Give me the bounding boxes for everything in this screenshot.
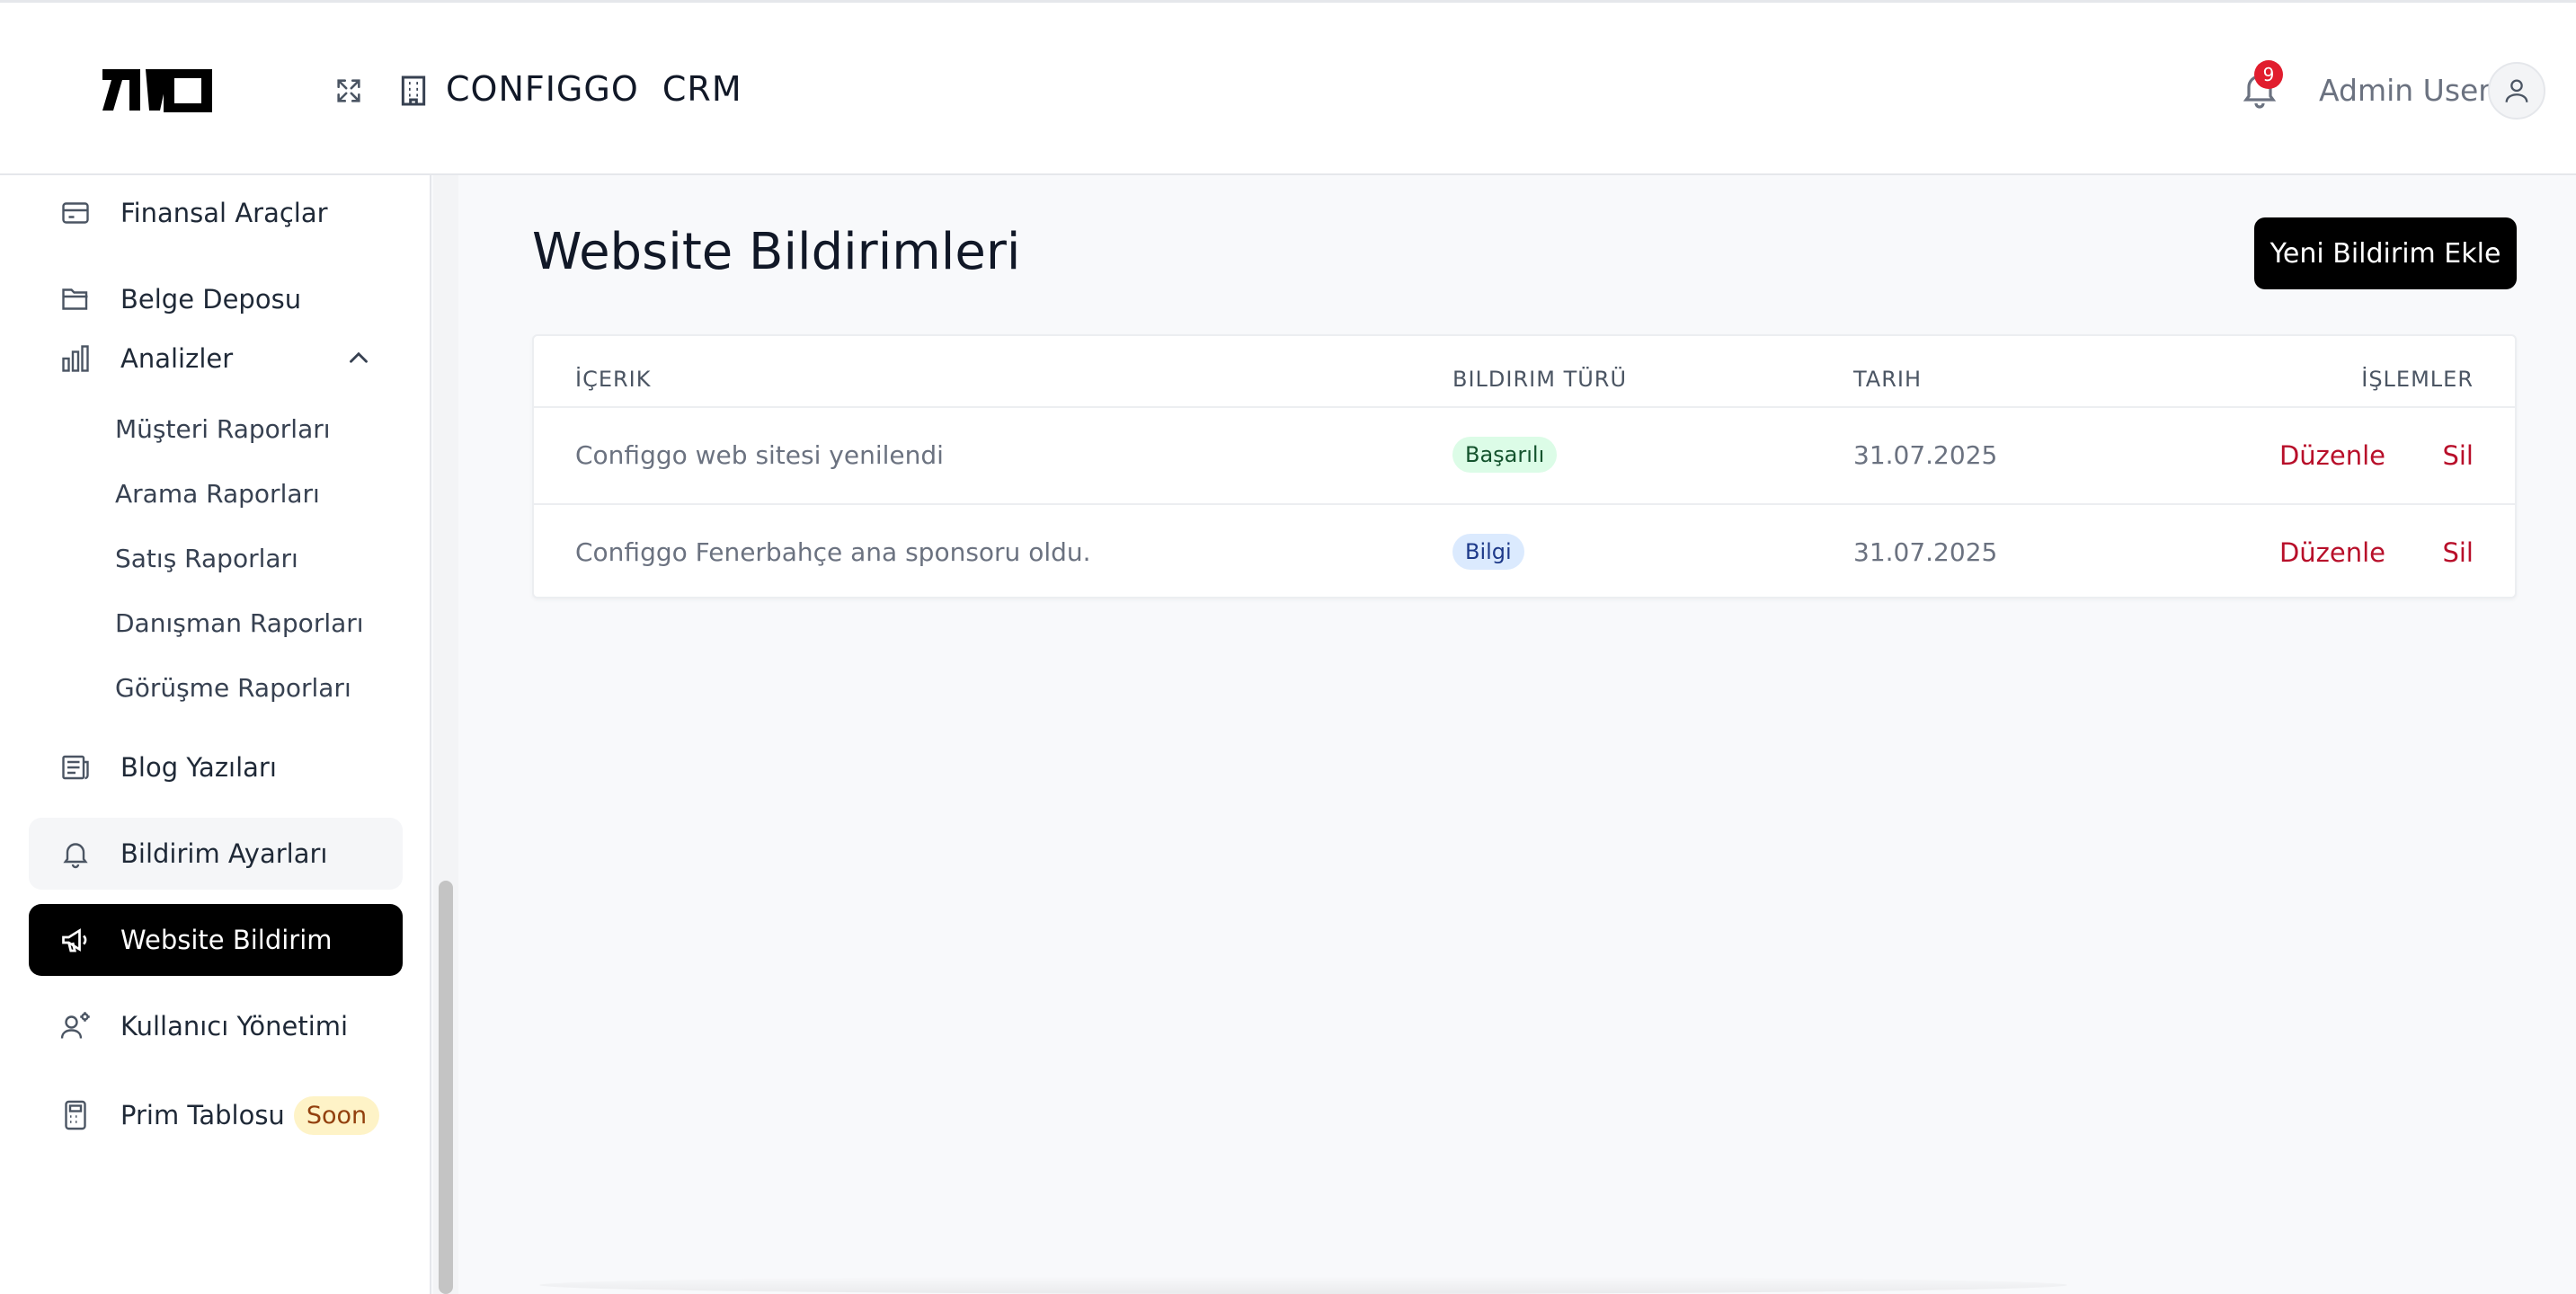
sidebar-item-blog-yazilari[interactable]: Blog Yazıları xyxy=(29,731,403,803)
sidebar-item-label: Bildirim Ayarları xyxy=(120,838,328,869)
sidebar-item-finansal-araclar[interactable]: Finansal Araçlar xyxy=(29,177,403,249)
column-header-actions: İŞLEMLER xyxy=(2361,367,2474,392)
row-content: Configgo web sitesi yenilendi xyxy=(575,440,944,470)
edit-link[interactable]: Düzenle xyxy=(2279,537,2385,568)
sidebar-subitem-musteri-raporlari[interactable]: Müşteri Raporları xyxy=(115,414,331,444)
sidebar-item-label: Prim Tablosu xyxy=(120,1100,285,1130)
expand-icon[interactable] xyxy=(331,73,367,109)
sidebar-item-label: Analizler xyxy=(120,343,234,374)
sidebar-item-label: Belge Deposu xyxy=(120,284,302,315)
page-title: Website Bildirimleri xyxy=(532,223,1021,281)
sidebar-item-bildirim-ayarlari[interactable]: Bildirim Ayarları xyxy=(29,818,403,890)
sidebar-scrollbar-thumb[interactable] xyxy=(439,881,453,1294)
sidebar-subitem-satis-raporlari[interactable]: Satış Raporları xyxy=(115,544,298,573)
row-content: Configgo Fenerbahçe ana sponsoru oldu. xyxy=(575,537,1091,567)
soon-badge: Soon xyxy=(293,1095,380,1135)
delete-link[interactable]: Sil xyxy=(2442,440,2474,471)
calculator-icon xyxy=(65,1100,86,1130)
notifications-table: İÇERIK BILDIRIM TÜRÜ TARIH İŞLEMLER Conf… xyxy=(532,334,2517,598)
sidebar-subitem-danisman-raporlari[interactable]: Danışman Raporları xyxy=(115,608,364,638)
sidebar-subitem-arama-raporlari[interactable]: Arama Raporları xyxy=(115,479,320,509)
row-date: 31.07.2025 xyxy=(1853,537,1998,567)
app-title: CONFIGGO CRM xyxy=(446,69,742,109)
bell-icon xyxy=(63,843,88,869)
column-header-content: İÇERIK xyxy=(575,367,652,392)
add-notification-button[interactable]: Yeni Bildirim Ekle xyxy=(2254,217,2517,289)
row-date: 31.07.2025 xyxy=(1853,440,1998,470)
building-icon xyxy=(401,75,426,106)
sidebar-item-label: Kullanıcı Yönetimi xyxy=(120,1011,349,1041)
sidebar-item-website-bildirim[interactable]: Website Bildirim xyxy=(29,904,403,976)
status-badge: Başarılı xyxy=(1452,437,1558,473)
column-header-type: BILDIRIM TÜRÜ xyxy=(1452,367,1628,392)
sidebar-item-label: Finansal Araçlar xyxy=(120,198,328,228)
delete-link[interactable]: Sil xyxy=(2442,537,2474,568)
app-root: CONFIGGO CRM 9 Admin User Finansal Araçl… xyxy=(0,0,2576,1294)
sidebar: Finansal Araçlar Belge Deposu Analizler … xyxy=(0,175,431,1294)
status-badge: Bilgi xyxy=(1452,534,1524,570)
notification-count-badge: 9 xyxy=(2254,60,2283,89)
sidebar-subitem-gorusme-raporlari[interactable]: Görüşme Raporları xyxy=(115,673,351,703)
top-header: CONFIGGO CRM 9 Admin User xyxy=(0,0,2576,175)
bottom-shadow xyxy=(539,1276,2067,1294)
user-name[interactable]: Admin User xyxy=(2319,73,2491,108)
table-row: Configgo Fenerbahçe ana sponsoru oldu. B… xyxy=(534,503,2515,600)
sidebar-item-label: Website Bildirim xyxy=(120,925,333,955)
megaphone-icon xyxy=(62,928,87,953)
newspaper-icon xyxy=(62,755,89,780)
user-icon xyxy=(2505,79,2528,102)
credit-card-icon xyxy=(62,202,89,224)
sidebar-item-kullanici-yonetimi[interactable]: Kullanıcı Yönetimi xyxy=(29,990,403,1062)
logo xyxy=(102,69,212,112)
edit-link[interactable]: Düzenle xyxy=(2279,440,2385,471)
chevron-up-icon[interactable] xyxy=(343,342,374,373)
bar-chart-icon xyxy=(62,345,89,372)
sidebar-item-label: Blog Yazıları xyxy=(120,752,277,783)
table-row: Configgo web sitesi yenilendi Başarılı 3… xyxy=(534,406,2515,503)
users-cog-icon xyxy=(60,1012,90,1039)
avatar[interactable] xyxy=(2488,62,2545,120)
column-header-date: TARIH xyxy=(1853,367,1923,392)
sidebar-item-prim-tablosu[interactable]: Prim Tablosu Soon xyxy=(29,1079,403,1151)
folder-icon xyxy=(62,288,88,310)
